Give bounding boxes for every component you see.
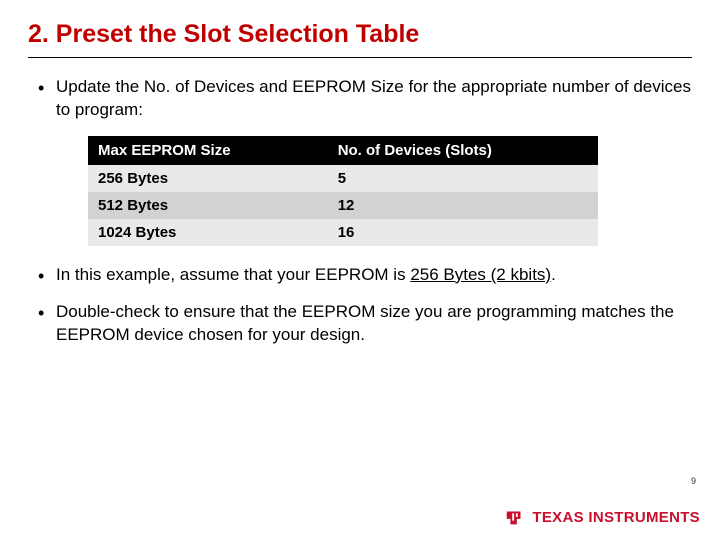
bullet-3: Double-check to ensure that the EEPROM s… xyxy=(38,301,692,347)
cell-size: 1024 Bytes xyxy=(88,219,328,246)
cell-devices: 16 xyxy=(328,219,598,246)
cell-devices: 12 xyxy=(328,192,598,219)
footer: TEXAS INSTRUMENTS xyxy=(504,506,700,528)
title-rule xyxy=(28,57,692,58)
ti-chip-icon xyxy=(504,506,526,528)
bullet-2-post: . xyxy=(551,265,556,284)
bullet-1: Update the No. of Devices and EEPROM Siz… xyxy=(38,76,692,122)
cell-size: 512 Bytes xyxy=(88,192,328,219)
cell-size: 256 Bytes xyxy=(88,165,328,192)
slide-title: 2. Preset the Slot Selection Table xyxy=(28,20,692,49)
table-header-devices: No. of Devices (Slots) xyxy=(328,136,598,165)
bullet-2-pre: In this example, assume that your EEPROM… xyxy=(56,265,410,284)
table-row: 512 Bytes 12 xyxy=(88,192,598,219)
table-header-size: Max EEPROM Size xyxy=(88,136,328,165)
table-row: 1024 Bytes 16 xyxy=(88,219,598,246)
page-number: 9 xyxy=(691,476,696,486)
bullet-list-2: In this example, assume that your EEPROM… xyxy=(28,264,692,347)
ti-brand-text: TEXAS INSTRUMENTS xyxy=(532,509,700,526)
slot-table-wrap: Max EEPROM Size No. of Devices (Slots) 2… xyxy=(88,136,598,246)
cell-devices: 5 xyxy=(328,165,598,192)
bullet-list: Update the No. of Devices and EEPROM Siz… xyxy=(28,76,692,122)
ti-logo: TEXAS INSTRUMENTS xyxy=(504,506,700,528)
bullet-2: In this example, assume that your EEPROM… xyxy=(38,264,692,287)
table-row: 256 Bytes 5 xyxy=(88,165,598,192)
bullet-2-underlined: 256 Bytes (2 kbits) xyxy=(410,265,551,284)
slot-selection-table: Max EEPROM Size No. of Devices (Slots) 2… xyxy=(88,136,598,246)
